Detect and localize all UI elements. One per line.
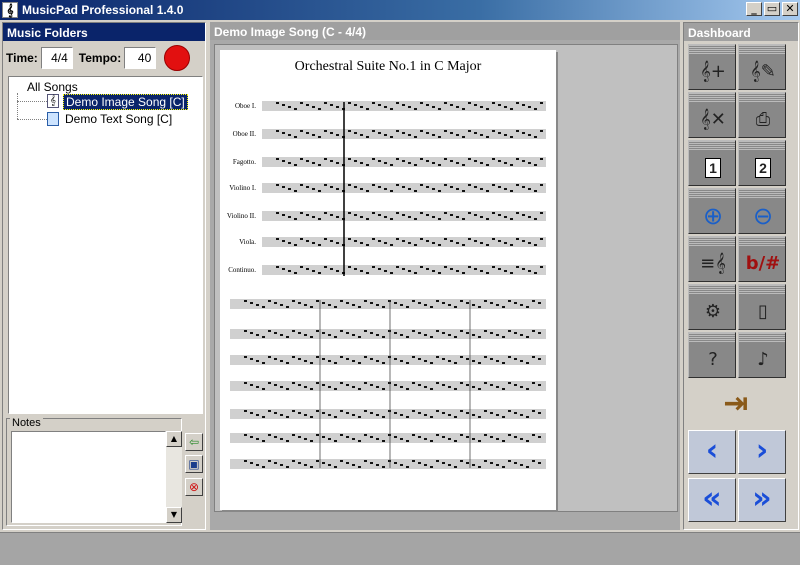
print-icon: ⎙ [755,109,771,130]
notes-textarea[interactable] [11,431,166,523]
help-icon: ? [708,349,718,370]
staff-strip [739,45,785,55]
staff-strip [739,285,785,295]
delete-icon: ⊗ [188,480,200,494]
metronome-icon: ♪ [757,349,769,370]
dashboard-tile[interactable]: ⚙ [688,284,736,330]
staff-strip [739,93,785,103]
device-icon: ▯ [758,301,768,322]
staff-strip [689,333,735,343]
chevron-left-icon: ‹ [705,433,719,468]
dashboard-header: Dashboard [684,23,798,41]
staff-strip [739,333,785,343]
exit-door-icon: ⇥ [723,386,749,421]
close-button[interactable]: ✕ [782,2,798,16]
maximize-button[interactable]: ▭ [764,2,780,16]
score-image [230,101,546,469]
scroll-up-icon[interactable]: ▲ [166,431,182,447]
staff-strip [689,45,735,55]
dashboard-tile[interactable]: 1 [688,140,736,186]
status-bar [0,532,800,565]
dashboard-tile[interactable]: ? [688,332,736,378]
notes-label: Notes [10,417,43,429]
staff-strip [689,285,735,295]
double-chevron-right-icon: » [752,481,772,516]
dashboard-tile[interactable]: b/# [738,236,786,282]
staff-strip [689,141,735,151]
prev-page-button[interactable]: ‹ [688,430,736,474]
text-notation-icon: ≡𝄞 [700,253,726,274]
page-number-badge: 1 [705,158,721,178]
save-note-button[interactable]: ▣ [185,455,203,473]
song-tree[interactable]: All Songs 𝄞 Demo Image Song [C] Demo Tex… [8,76,203,414]
prev-song-button[interactable]: « [688,478,736,522]
tree-line [17,101,47,102]
add-note-button[interactable]: ⇦ [185,433,203,451]
dashboard-tile[interactable]: ⎙ [738,92,786,138]
staff-strip [739,189,785,199]
dashboard-tile[interactable]: ▯ [738,284,786,330]
next-song-button[interactable]: » [738,478,786,522]
transpose-icon: b/# [745,253,781,274]
window-controls: _ ▭ ✕ [746,2,798,16]
edit-song-icon: 𝄞✎ [750,61,776,82]
minimize-button[interactable]: _ [746,2,762,16]
exit-button[interactable]: ⇥ [688,384,784,428]
tree-item-demo-text-song[interactable]: Demo Text Song [C] [65,112,172,126]
tempo-input[interactable]: 40 [124,47,157,69]
dashboard-tile[interactable]: 𝄞✕ [688,92,736,138]
staff-strip [739,141,785,151]
page-two-icon: 2 [741,151,785,185]
dashboard-tile[interactable]: 2 [738,140,786,186]
dashboard-tile[interactable]: 𝄞✎ [738,44,786,90]
zoom-in-icon: ⊕ [702,202,724,230]
sheet-music-page: Orchestral Suite No.1 in C Major Oboe I.… [220,50,556,510]
settings-icon: ⚙ [704,301,722,322]
notes-scrollbar[interactable]: ▲ ▼ [166,431,182,523]
app-icon: 𝄞 [2,2,18,18]
title-bar: 𝄞 MusicPad Professional 1.4.0 _ ▭ ✕ [0,0,800,20]
page-one-icon: 1 [691,151,735,185]
next-page-button[interactable]: › [738,430,786,474]
staff-strip [689,237,735,247]
staff-strip [739,237,785,247]
save-icon: ▣ [188,457,200,471]
chevron-right-icon: › [755,433,769,468]
clef-icon: 𝄞 [47,94,59,108]
dashboard-tile[interactable]: ⊖ [738,188,786,234]
delete-note-button[interactable]: ⊗ [185,478,203,496]
staff-strip [689,189,735,199]
record-button[interactable] [164,45,191,71]
page-number-badge: 2 [755,158,771,178]
arrow-left-icon: ⇦ [188,435,200,449]
time-input[interactable]: 4/4 [40,47,73,69]
tree-root-all-songs[interactable]: All Songs [27,80,78,94]
zoom-out-icon: ⊖ [752,202,774,230]
tempo-label: Tempo: [78,51,122,65]
staff-strip [689,93,735,103]
dashboard-tile[interactable]: ⊕ [688,188,736,234]
document-icon [47,112,59,126]
dashboard-tile[interactable]: 𝄞+ [688,44,736,90]
dashboard-tile[interactable]: ♪ [738,332,786,378]
dashboard-tile[interactable]: ≡𝄞 [688,236,736,282]
time-label: Time: [6,51,38,65]
music-folders-header: Music Folders [3,23,205,41]
window-title: MusicPad Professional 1.4.0 [22,3,184,17]
song-view-header: Demo Image Song (C - 4/4) [210,22,680,40]
scroll-down-icon[interactable]: ▼ [166,507,182,523]
delete-song-icon: 𝄞✕ [700,109,726,130]
time-tempo-row: Time: 4/4 Tempo: 40 [6,45,204,71]
double-chevron-left-icon: « [702,481,722,516]
tree-line [17,93,18,119]
tree-line [17,119,47,120]
tree-item-demo-image-song[interactable]: Demo Image Song [C] [63,94,188,110]
new-song-icon: 𝄞+ [700,61,726,82]
